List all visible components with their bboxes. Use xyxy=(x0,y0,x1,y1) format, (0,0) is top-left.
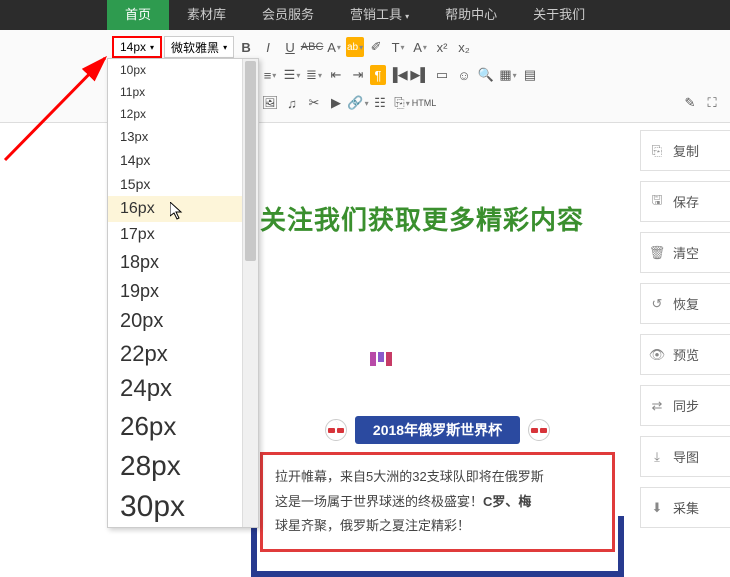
headline-text: 关注我们获取更多精彩内容 xyxy=(260,200,615,237)
nav-item[interactable]: 营销工具▾ xyxy=(332,0,427,30)
fontsize-option[interactable]: 12px xyxy=(108,103,258,125)
list-icon[interactable]: ☰ xyxy=(282,65,302,85)
side-collect-button[interactable]: ⬇ 采集 xyxy=(640,487,730,528)
dropdown-scrollbar[interactable] xyxy=(242,59,258,527)
cut-icon[interactable]: ✂ xyxy=(304,93,324,113)
save-icon: 🖫 xyxy=(649,194,665,210)
fontsize-option[interactable]: 14px xyxy=(108,148,258,172)
side-label: 同步 xyxy=(673,396,699,415)
decor-bars xyxy=(370,352,615,366)
bgcolor-icon[interactable]: ab xyxy=(346,37,364,57)
side-sync-button[interactable]: ⇄ 同步 xyxy=(640,385,730,426)
video-icon[interactable]: ▶ xyxy=(326,93,346,113)
editor-canvas[interactable]: 关注我们获取更多精彩内容 2018年俄罗斯世界杯 拉开帷幕，来自5大洲的32支球… xyxy=(260,115,615,542)
side-label: 采集 xyxy=(673,498,699,517)
nav-item[interactable]: 素材库 xyxy=(169,0,244,30)
fontsize-option[interactable]: 30px xyxy=(108,486,258,528)
fontsize-select[interactable]: 14px▾ xyxy=(112,36,162,58)
fontsize-option[interactable]: 26px xyxy=(108,407,258,446)
side-label: 预览 xyxy=(673,345,699,364)
align-icon[interactable]: ≣ xyxy=(304,65,324,85)
fontsize-option[interactable]: 22px xyxy=(108,337,258,371)
nav-item[interactable]: 帮助中心 xyxy=(427,0,515,30)
article-line: 球星齐聚，俄罗斯之夏注定精彩！ xyxy=(275,514,600,539)
card-icon[interactable]: ☷ xyxy=(370,93,390,113)
flag-left-icon[interactable]: ▐◀ xyxy=(388,65,408,85)
side-label: 清空 xyxy=(673,243,699,262)
export-icon: ⤓ xyxy=(649,449,665,465)
fontsize-option[interactable]: 16px xyxy=(108,196,258,222)
fontsize-option[interactable]: 19px xyxy=(108,277,258,306)
table-icon[interactable]: ▦ xyxy=(498,65,518,85)
side-label: 导图 xyxy=(673,447,699,466)
soccer-ball-icon xyxy=(528,419,550,441)
bold-icon[interactable]: B xyxy=(236,37,256,57)
side-trash-button[interactable]: 🗑 清空 xyxy=(640,232,730,273)
code-icon[interactable]: ⎘ xyxy=(392,93,412,113)
sync-icon: ⇄ xyxy=(649,398,665,414)
fontsize-option[interactable]: 18px xyxy=(108,248,258,277)
html-icon[interactable]: HTML xyxy=(414,93,434,113)
flag-icon[interactable]: ¶ xyxy=(370,65,386,85)
indent-icon[interactable]: ⇥ xyxy=(348,65,368,85)
side-undo-button[interactable]: ↺ 恢复 xyxy=(640,283,730,324)
fontsize-option[interactable]: 10px xyxy=(108,59,258,81)
fontsize-option[interactable]: 11px xyxy=(108,81,258,103)
underline-icon[interactable]: U xyxy=(280,37,300,57)
article-line: 拉开帷幕，来自5大洲的32支球队即将在俄罗斯 xyxy=(275,465,600,490)
outdent-icon[interactable]: ⇤ xyxy=(326,65,346,85)
fontsize-option[interactable]: 15px xyxy=(108,172,258,196)
collect-icon: ⬇ xyxy=(649,500,665,516)
fontfamily-select[interactable]: 微软雅黑▾ xyxy=(164,36,234,58)
trash-icon: 🗑 xyxy=(649,245,665,261)
fontsize-option[interactable]: 28px xyxy=(108,446,258,486)
nav-item[interactable]: 首页 xyxy=(107,0,169,30)
flag-right-icon[interactable]: ▶▌ xyxy=(410,65,430,85)
side-save-button[interactable]: 🖫 保存 xyxy=(640,181,730,222)
side-label: 保存 xyxy=(673,192,699,211)
undo-icon: ↺ xyxy=(649,296,665,312)
fontsize-value: 14px xyxy=(120,40,146,54)
eye-icon: 👁 xyxy=(649,347,665,363)
subscript-icon[interactable]: x₂ xyxy=(454,37,474,57)
article-header: 2018年俄罗斯世界杯 xyxy=(260,416,615,444)
top-nav: 首页素材库会员服务营销工具▾帮助中心关于我们 xyxy=(0,0,730,30)
music-icon[interactable]: ♫ xyxy=(282,93,302,113)
side-label: 复制 xyxy=(673,141,699,160)
italic-icon[interactable]: I xyxy=(258,37,278,57)
link-icon[interactable]: 🔗 xyxy=(348,93,368,113)
panel-icon[interactable]: ▭ xyxy=(432,65,452,85)
fontfamily-value: 微软雅黑 xyxy=(171,39,219,56)
side-eye-button[interactable]: 👁 预览 xyxy=(640,334,730,375)
calendar-icon[interactable]: ▤ xyxy=(520,65,540,85)
fontsize-option[interactable]: 20px xyxy=(108,306,258,337)
nav-item[interactable]: 关于我们 xyxy=(515,0,603,30)
side-panel: ⎘ 复制 🖫 保存 🗑 清空 ↺ 恢复 👁 预览 ⇄ 同步 ⤓ 导图 ⬇ 采集 xyxy=(640,130,730,538)
strike-icon[interactable]: ABC xyxy=(302,37,322,57)
fontcolor-icon[interactable]: A xyxy=(324,37,344,57)
fontsize-option[interactable]: 24px xyxy=(108,371,258,407)
copy-icon: ⎘ xyxy=(649,143,665,159)
article-title: 2018年俄罗斯世界杯 xyxy=(355,416,520,444)
side-label: 恢复 xyxy=(673,294,699,313)
soccer-ball-icon xyxy=(325,419,347,441)
nav-item[interactable]: 会员服务 xyxy=(244,0,332,30)
search-icon[interactable]: 🔍 xyxy=(476,65,496,85)
eraser-icon[interactable]: ✐ xyxy=(366,37,386,57)
fontsize-option[interactable]: 17px xyxy=(108,222,258,248)
article-body: 拉开帷幕，来自5大洲的32支球队即将在俄罗斯 这是一场属于世界球迷的终极盛宴！C… xyxy=(260,452,615,552)
edit-icon[interactable]: ✎ xyxy=(680,93,700,113)
format-t-icon[interactable]: T xyxy=(388,37,408,57)
fontsize-dropdown[interactable]: 10px11px12px13px14px15px16px17px18px19px… xyxy=(107,58,259,528)
superscript-icon[interactable]: x² xyxy=(432,37,452,57)
side-export-button[interactable]: ⤓ 导图 xyxy=(640,436,730,477)
emoji-icon[interactable]: ☺ xyxy=(454,65,474,85)
article-line: 这是一场属于世界球迷的终极盛宴！C罗、梅 xyxy=(275,490,600,515)
lineheight-icon[interactable]: ≡ xyxy=(260,65,280,85)
format-a-icon[interactable]: A xyxy=(410,37,430,57)
image-icon[interactable]: 🖼 xyxy=(260,93,280,113)
expand-icon[interactable]: ⛶ xyxy=(702,93,722,113)
side-copy-button[interactable]: ⎘ 复制 xyxy=(640,130,730,171)
fontsize-option[interactable]: 13px xyxy=(108,125,258,148)
